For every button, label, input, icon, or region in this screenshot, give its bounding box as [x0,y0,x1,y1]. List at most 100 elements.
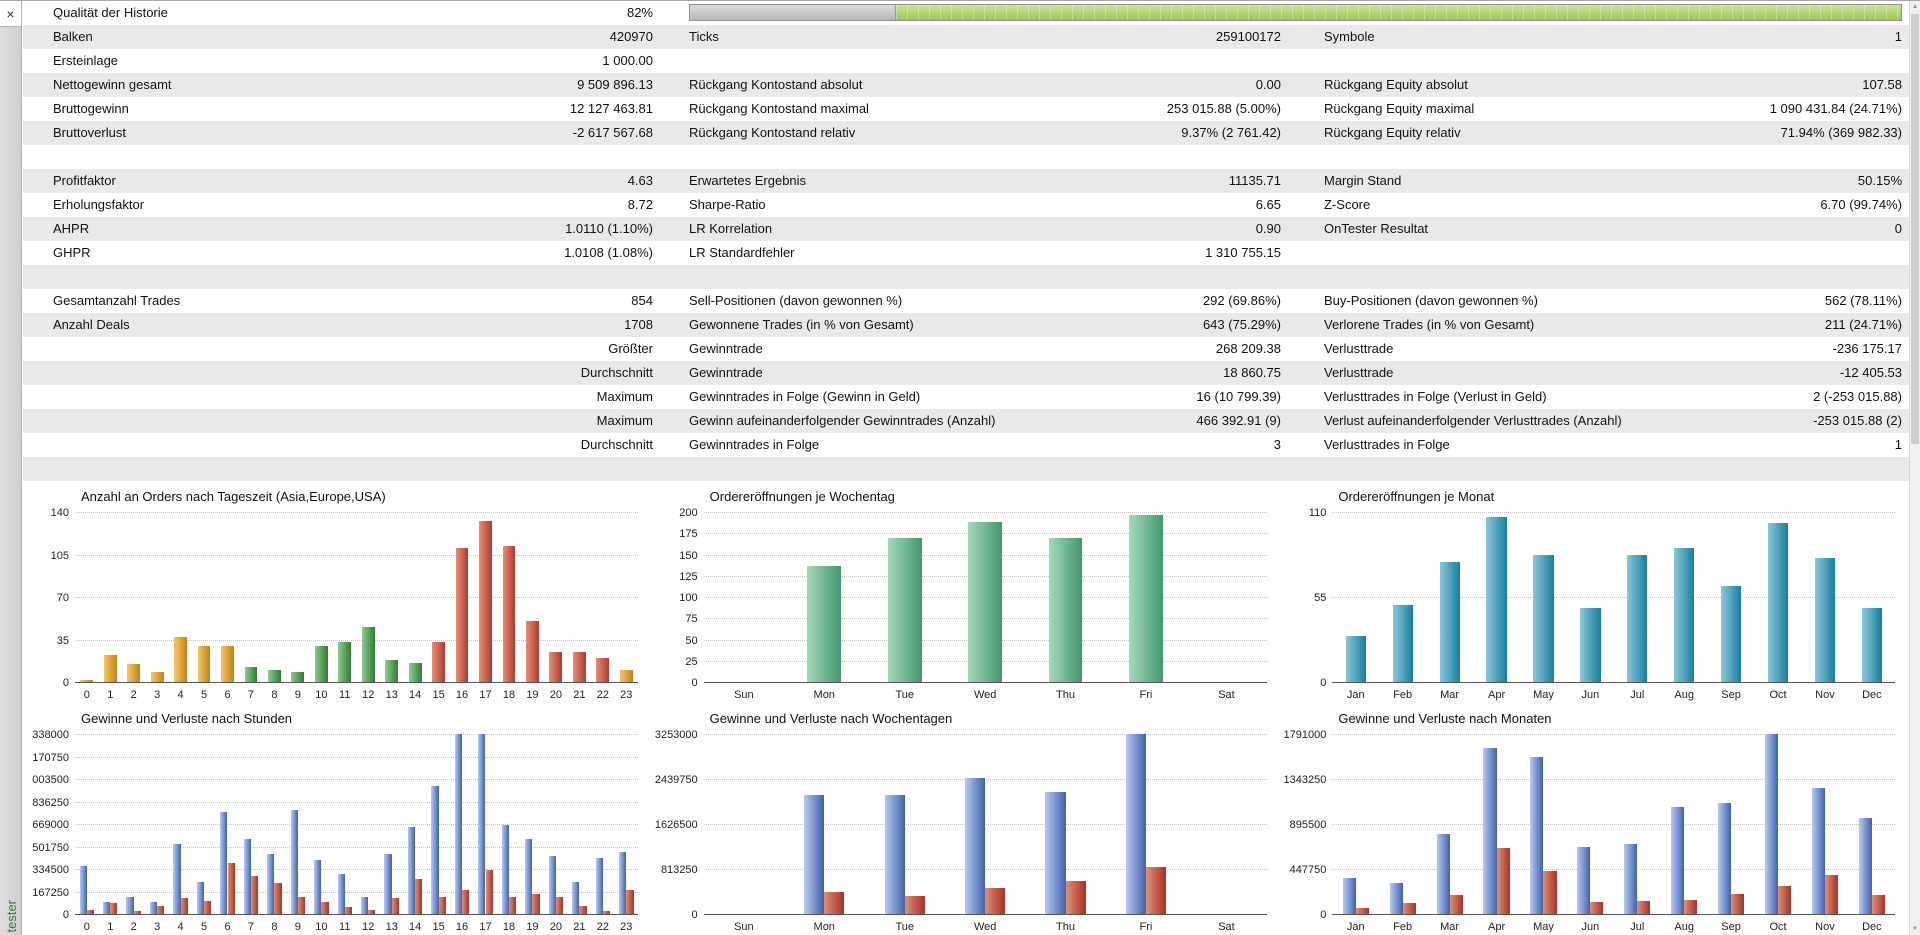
x-axis-tick-label: Tue [895,921,915,933]
stat-value: -2 617 567.68 [572,125,653,140]
bar [1496,847,1510,914]
scroll-down-icon[interactable]: ▼ [1910,923,1920,935]
bar [807,565,842,682]
x-axis-tick-label: Jan [1346,921,1365,933]
stats-cell: Sell-Positionen (davon gewonnen %) 292 (6… [689,289,1281,313]
stat-value: 643 (75.29%) [1202,317,1281,332]
stats-cell: Rückgang Equity relativ 71.94% (369 982.3… [1324,121,1902,145]
stats-cell [1324,457,1902,481]
y-axis-tick-label: 501750 [32,841,69,854]
chart-title: Anzahl an Orders nach Tageszeit (Asia,Eu… [81,489,386,504]
stats-row: Ersteinlage 1 000.00 [23,49,1909,73]
chart-pnl-by-hour: Gewinne und Verluste nach Stunden 0 16725… [23,703,652,935]
bar [133,911,141,914]
x-axis-tick-label: 16 [455,921,469,933]
stat-value: 211 (24.71%) [1824,317,1902,332]
x-axis-tick-label: Apr [1488,921,1506,933]
gridline [75,512,638,513]
bar [1590,901,1604,914]
stat-label: Qualität der Historie [53,5,168,20]
stats-cell: Bruttoverlust -2 617 567.68 [53,121,653,145]
bar [572,651,586,682]
bar [1048,537,1083,682]
x-axis-tick-label: 15 [432,921,445,933]
x-axis-tick-label: Fri [1139,689,1153,701]
stat-value: 9 509 896.13 [577,77,653,92]
bar [1858,817,1872,914]
charts-grid: Anzahl an Orders nach Tageszeit (Asia,Eu… [23,481,1909,935]
bar [1861,607,1883,682]
x-axis-tick-label: Jun [1581,921,1600,933]
bar [572,881,580,914]
bar [1146,867,1167,914]
bar [904,895,925,914]
bar [220,811,228,914]
bar [1449,894,1463,914]
y-axis-tick-label: 1791000 [1283,729,1327,741]
bar [1530,757,1544,914]
stat-label: LR Standardfehler [689,245,795,260]
stats-cell: GHPR 1.0108 (1.08%) [53,241,653,265]
stats-row: Bruttoverlust -2 617 567.68 Rückgang Konto… [23,121,1909,145]
x-axis-tick-label: 9 [294,921,301,933]
stats-cell: Verlust aufeinanderfolgender Verlusttrad… [1324,409,1902,433]
x-axis-tick-label: Aug [1674,689,1694,701]
chart-title: Gewinne und Verluste nach Wochentagen [709,711,953,726]
chart-title: Gewinne und Verluste nach Monaten [1338,711,1552,726]
bar [526,621,539,682]
gridline [75,734,638,735]
x-axis-tick-label: 22 [596,689,609,701]
bar [338,641,352,682]
bar [1624,843,1638,914]
bar [1533,555,1554,682]
y-axis-tick-label: 100 [679,592,698,604]
stat-label: Buy-Positionen (davon gewonnen %) [1324,293,1538,308]
x-axis-tick-label: Tue [895,689,915,701]
bar [1483,748,1497,914]
y-axis-tick-label: 55 [1314,592,1327,604]
x-axis-tick-label: Oct [1769,921,1787,933]
bar [1580,607,1601,682]
stat-label: Erwartetes Ergebnis [689,173,807,188]
bar [1811,788,1825,914]
scroll-up-icon[interactable]: ▲ [1910,1,1920,13]
x-axis-tick-label: 9 [294,689,301,701]
scrollbar-thumb[interactable] [1911,14,1919,444]
history-quality-bar [689,4,1902,21]
bar [197,645,211,682]
x-axis-tick-label: Feb [1393,689,1413,701]
quality-bar-gray-segment [690,5,896,20]
stat-label: Balken [53,29,93,44]
bar [267,669,281,682]
x-axis-tick-label: Aug [1674,921,1694,933]
bar [385,660,399,682]
x-axis-tick-label: 14 [409,921,422,933]
tab-tester[interactable]: tester [0,900,22,933]
chart-title: Gewinne und Verluste nach Stunden [81,711,293,726]
bar [250,876,259,914]
x-axis-tick-label: 10 [315,921,328,933]
bar [314,860,322,914]
bar [1764,734,1779,914]
stats-cell: LR Korrelation 0.90 [689,217,1281,241]
stat-value: 0 [1894,221,1902,236]
scrollbar[interactable]: ▲ ▼ [1909,1,1920,935]
stat-value: 1.0108 (1.08%) [564,245,653,260]
bar [1731,893,1745,914]
stats-row: Größter Gewinntrade 268 209.38 Verlusttrade… [23,337,1909,361]
close-button[interactable]: × [0,1,22,27]
stats-row [23,457,1909,481]
x-axis-tick-label: 2 [130,689,137,701]
bar [1814,558,1836,682]
x-axis-tick-label: 2 [130,921,137,933]
stats-cell [1324,145,1902,169]
stat-value: 268 209.38 [1215,341,1281,356]
x-axis-tick-label: 15 [432,689,445,701]
bar [1065,881,1086,914]
stat-label: Profitfaktor [53,173,116,188]
stat-value: Maximum [596,389,653,404]
y-axis-tick-label: 25 [685,655,698,668]
x-axis-tick-label: Jan [1346,689,1365,701]
stats-cell: Ticks 259100172 [689,25,1281,49]
x-axis-tick-label: 19 [526,689,539,701]
